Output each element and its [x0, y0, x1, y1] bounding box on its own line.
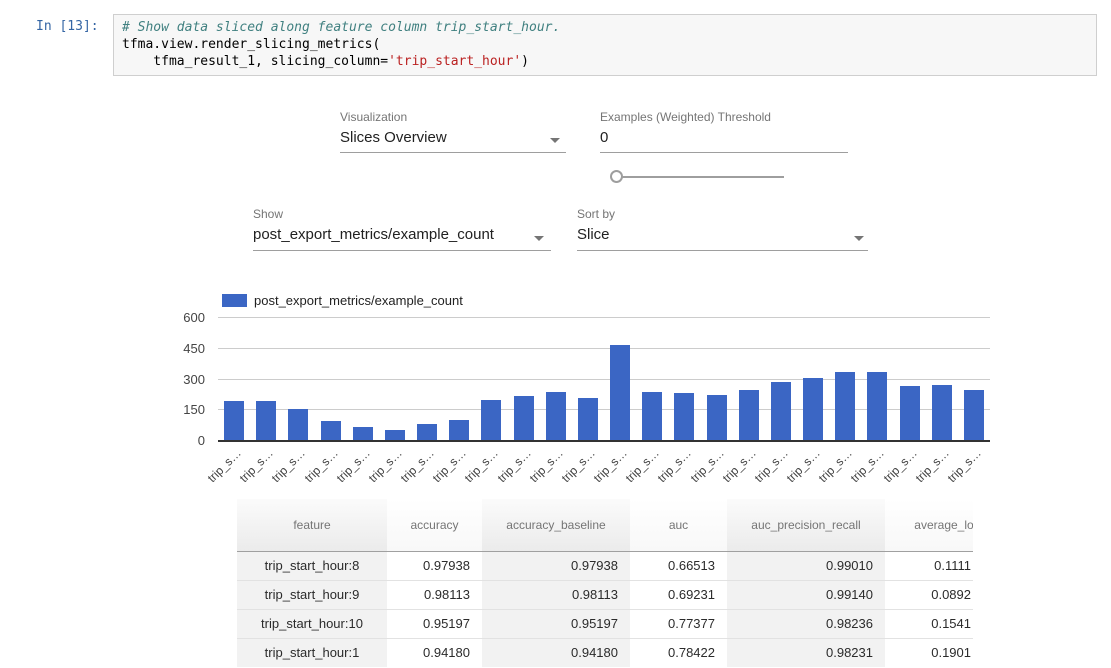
metric-cell: 0.97938	[482, 551, 630, 580]
cell-input-prompt: In [13]:	[36, 19, 108, 34]
bar[interactable]	[900, 386, 920, 440]
threshold-slider-handle[interactable]	[610, 170, 623, 183]
table-row[interactable]: trip_start_hour:10.941800.941800.784220.…	[237, 638, 973, 667]
show-label: Show	[253, 207, 283, 221]
metric-cell: 0.94180	[387, 638, 482, 667]
bar[interactable]	[932, 385, 952, 440]
feature-cell: trip_start_hour:10	[237, 609, 387, 638]
show-metric-dropdown[interactable]: Show post_export_metrics/example_count	[253, 207, 551, 251]
metric-cell: 0.1541	[885, 609, 973, 638]
code-line: # Show data sliced along feature column …	[122, 19, 1088, 36]
jupyter-notebook-page: In [13]: # Show data sliced along featur…	[0, 0, 1111, 668]
bar[interactable]	[481, 400, 501, 440]
metrics-table: featureaccuracyaccuracy_baselineaucauc_p…	[237, 499, 973, 667]
y-axis-tick-label: 0	[165, 433, 205, 448]
feature-cell: trip_start_hour:8	[237, 551, 387, 580]
bar[interactable]	[867, 372, 887, 440]
table-row[interactable]: trip_start_hour:80.979380.979380.665130.…	[237, 551, 973, 580]
legend-swatch	[222, 294, 247, 307]
table-header-cell[interactable]: auc_precision_recall	[727, 499, 885, 551]
slices-bar-chart: post_export_metrics/example_count 600 450…	[0, 285, 1111, 490]
bar[interactable]	[964, 390, 984, 440]
sort-by-label: Sort by	[577, 207, 615, 221]
metric-cell: 0.95197	[482, 609, 630, 638]
bar[interactable]	[546, 392, 566, 440]
threshold-value: 0	[600, 129, 830, 146]
legend-label: post_export_metrics/example_count	[254, 293, 463, 308]
code-editor[interactable]: # Show data sliced along feature column …	[113, 14, 1097, 76]
metric-cell: 0.95197	[387, 609, 482, 638]
table-header-row: featureaccuracyaccuracy_baselineaucauc_p…	[237, 499, 973, 551]
table-header-cell[interactable]: auc	[630, 499, 727, 551]
threshold-input[interactable]: Examples (Weighted) Threshold 0	[600, 110, 848, 153]
code-line: tfma.view.render_slicing_metrics(	[122, 36, 1088, 53]
metric-cell: 0.94180	[482, 638, 630, 667]
metric-cell: 0.99140	[727, 580, 885, 609]
bar[interactable]	[707, 395, 727, 440]
table-body: trip_start_hour:80.979380.979380.665130.…	[237, 551, 973, 667]
visualization-label: Visualization	[340, 110, 407, 124]
bar[interactable]	[642, 392, 662, 440]
visualization-dropdown[interactable]: Visualization Slices Overview	[340, 110, 566, 153]
y-axis-tick-label: 150	[165, 402, 205, 417]
metric-cell: 0.66513	[630, 551, 727, 580]
metric-cell: 0.97938	[387, 551, 482, 580]
gridline	[218, 440, 990, 442]
metric-cell: 0.98113	[387, 580, 482, 609]
metric-cell: 0.98113	[482, 580, 630, 609]
bar[interactable]	[321, 421, 341, 440]
bar[interactable]	[385, 430, 405, 440]
gridline	[218, 348, 990, 349]
threshold-slider-track[interactable]	[612, 176, 784, 178]
feature-cell: trip_start_hour:1	[237, 638, 387, 667]
bar[interactable]	[514, 396, 534, 440]
bar[interactable]	[578, 398, 598, 440]
code-line: tfma_result_1, slicing_column='trip_star…	[122, 53, 1088, 70]
bar[interactable]	[256, 401, 276, 440]
chart-legend: post_export_metrics/example_count	[222, 293, 463, 308]
metric-cell: 0.0892	[885, 580, 973, 609]
y-axis-tick-label: 300	[165, 372, 205, 387]
metric-cell: 0.78422	[630, 638, 727, 667]
visualization-value: Slices Overview	[340, 129, 548, 146]
bar[interactable]	[353, 427, 373, 440]
metric-cell: 0.98236	[727, 609, 885, 638]
bar[interactable]	[224, 401, 244, 440]
show-value: post_export_metrics/example_count	[253, 226, 533, 243]
metric-cell: 0.1901	[885, 638, 973, 667]
metric-cell: 0.99010	[727, 551, 885, 580]
metric-cell: 0.98231	[727, 638, 885, 667]
chevron-down-icon[interactable]	[854, 236, 864, 241]
metrics-table-container: featureaccuracyaccuracy_baselineaucauc_p…	[237, 499, 973, 668]
bar[interactable]	[835, 372, 855, 440]
table-row[interactable]: trip_start_hour:90.981130.981130.692310.…	[237, 580, 973, 609]
threshold-label: Examples (Weighted) Threshold	[600, 110, 771, 124]
feature-cell: trip_start_hour:9	[237, 580, 387, 609]
bar[interactable]	[288, 409, 308, 440]
bar[interactable]	[449, 420, 469, 440]
bar[interactable]	[674, 393, 694, 440]
bar[interactable]	[771, 382, 791, 440]
bar[interactable]	[610, 345, 630, 441]
chevron-down-icon[interactable]	[534, 236, 544, 241]
table-header-cell[interactable]: feature	[237, 499, 387, 551]
y-axis-tick-label: 450	[165, 341, 205, 356]
metric-cell: 0.69231	[630, 580, 727, 609]
chevron-down-icon[interactable]	[550, 138, 560, 143]
table-header-cell[interactable]: accuracy	[387, 499, 482, 551]
bar[interactable]	[739, 390, 759, 440]
table-row[interactable]: trip_start_hour:100.951970.951970.773770…	[237, 609, 973, 638]
bar[interactable]	[803, 378, 823, 440]
code-lines: # Show data sliced along feature column …	[122, 19, 1088, 70]
sort-by-value: Slice	[577, 226, 850, 243]
table-header-cell[interactable]: average_loss	[885, 499, 973, 551]
metric-cell: 0.1111	[885, 551, 973, 580]
gridline	[218, 317, 990, 318]
y-axis-tick-label: 600	[165, 310, 205, 325]
metric-cell: 0.77377	[630, 609, 727, 638]
table-header-cell[interactable]: accuracy_baseline	[482, 499, 630, 551]
bar[interactable]	[417, 424, 437, 440]
sort-by-dropdown[interactable]: Sort by Slice	[577, 207, 868, 251]
